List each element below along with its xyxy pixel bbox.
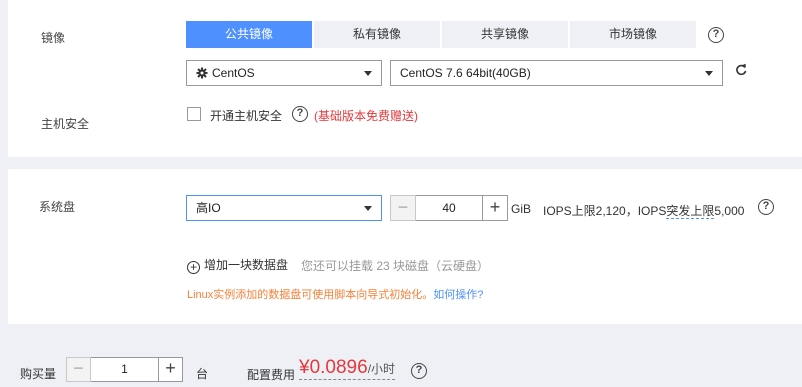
disk-type-select[interactable]: 高IO xyxy=(186,195,382,221)
image-panel: 镜像 公共镜像 私有镜像 共享镜像 市场镜像 ? CentOS CentOS 7… xyxy=(8,0,802,157)
os-select[interactable]: CentOS xyxy=(186,60,382,86)
disk-init-help-link[interactable]: 如何操作? xyxy=(433,289,483,301)
tab-shared-image[interactable]: 共享镜像 xyxy=(442,21,568,48)
host-security-help-icon[interactable]: ? xyxy=(292,106,308,122)
refresh-icon[interactable] xyxy=(735,63,747,79)
host-security-checkbox-label: 开通主机安全 xyxy=(210,109,283,123)
system-disk-panel: 系统盘 高IO − 40 + GiB IOPS上限2,120，IOPS突发上限5… xyxy=(8,169,802,324)
image-tabs: 公共镜像 私有镜像 共享镜像 市场镜像 xyxy=(186,21,698,48)
tab-public-image[interactable]: 公共镜像 xyxy=(186,21,312,48)
disk-init-note-text: Linux实例添加的数据盘可使用脚本向导式初始化。 xyxy=(187,289,434,301)
disk-size-unit: GiB xyxy=(511,202,532,216)
quantity-decrement-button[interactable]: − xyxy=(66,357,91,382)
system-disk-label: 系统盘 xyxy=(39,200,76,214)
add-data-disk-button[interactable]: + 增加一块数据盘 xyxy=(187,256,288,274)
disk-type-value: 高IO xyxy=(196,201,221,215)
chevron-down-icon xyxy=(705,71,713,76)
iops-help-icon[interactable]: ? xyxy=(758,199,774,215)
quantity-unit: 台 xyxy=(196,367,209,381)
disk-init-note: Linux实例添加的数据盘可使用脚本向导式初始化。如何操作? xyxy=(187,286,483,302)
tab-private-image[interactable]: 私有镜像 xyxy=(314,21,440,48)
tab-market-image[interactable]: 市场镜像 xyxy=(570,21,696,48)
disk-size-increment-button[interactable]: + xyxy=(482,195,508,221)
host-security-note: (基础版本免费赠送) xyxy=(314,109,418,123)
image-label: 镜像 xyxy=(41,31,66,45)
iops-burst-value: 5,000 xyxy=(714,204,745,218)
image-help-icon[interactable]: ? xyxy=(708,27,724,43)
os-version-value: CentOS 7.6 64bit(40GB) xyxy=(400,66,531,80)
price-label: 配置费用 xyxy=(247,368,296,382)
gear-icon xyxy=(196,67,208,79)
host-security-checkbox[interactable] xyxy=(187,107,201,121)
os-version-select[interactable]: CentOS 7.6 64bit(40GB) xyxy=(390,60,723,86)
disk-size-decrement-button[interactable]: − xyxy=(390,195,416,221)
price-unit: /小时 xyxy=(367,362,396,376)
chevron-down-icon xyxy=(364,71,372,76)
add-circle-icon: + xyxy=(187,261,200,274)
add-disk-hint: 您还可以挂载 23 块磁盘（云硬盘） xyxy=(301,259,490,273)
add-data-disk-label: 增加一块数据盘 xyxy=(204,258,289,272)
price-help-icon[interactable]: ? xyxy=(411,363,427,379)
quantity-input[interactable]: 1 xyxy=(91,357,158,382)
quantity-label: 购买量 xyxy=(20,367,57,381)
iops-info: IOPS上限2,120，IOPS突发上限5,000 xyxy=(543,202,744,219)
host-security-label: 主机安全 xyxy=(41,117,90,131)
iops-burst-label[interactable]: 突发上限 xyxy=(666,204,715,219)
price-value: ¥0.0896 xyxy=(299,357,368,378)
chevron-down-icon xyxy=(364,206,372,211)
os-select-value: CentOS xyxy=(212,66,255,80)
quantity-increment-button[interactable]: + xyxy=(158,357,183,382)
disk-size-input[interactable]: 40 xyxy=(416,195,482,221)
iops-limit-text: IOPS上限2,120，IOPS xyxy=(543,204,667,218)
price-display[interactable]: ¥0.0896/小时 xyxy=(299,357,396,380)
